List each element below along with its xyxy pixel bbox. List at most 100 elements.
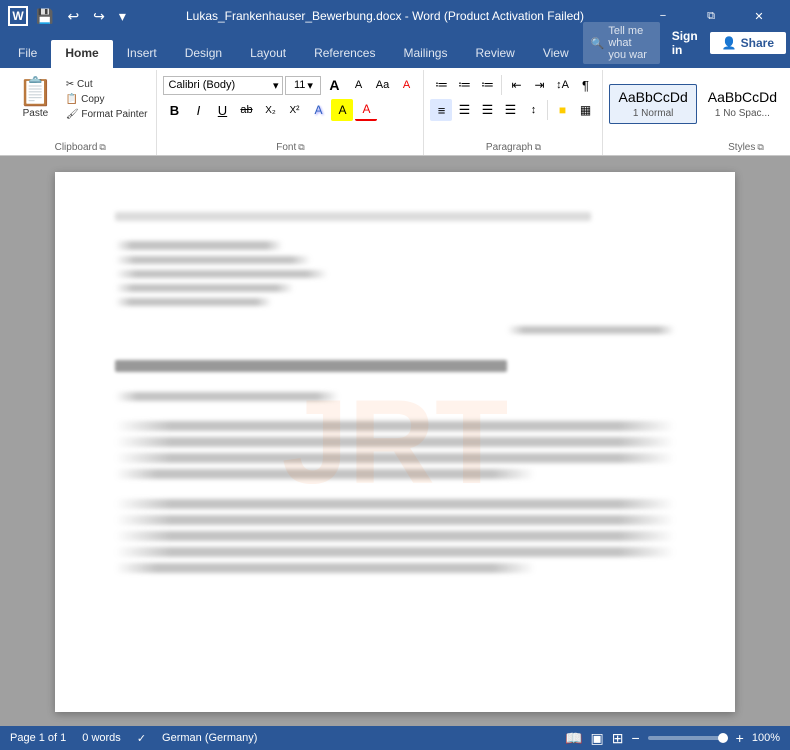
- cut-button[interactable]: ✂ Cut: [63, 78, 151, 91]
- tab-references[interactable]: References: [300, 40, 389, 68]
- read-view-button[interactable]: 📖: [565, 730, 582, 747]
- tab-home[interactable]: Home: [51, 40, 112, 68]
- clear-format-button[interactable]: A: [395, 74, 417, 96]
- font-name-box[interactable]: Calibri (Body) ▾: [163, 76, 283, 95]
- redo-button[interactable]: ↪: [89, 6, 109, 27]
- undo-button[interactable]: ↩: [63, 6, 83, 27]
- clipboard-expand-icon[interactable]: ⧉: [99, 142, 105, 153]
- zoom-plus-button[interactable]: +: [736, 730, 744, 746]
- style-nospace-preview: AaBbCcDd: [708, 89, 777, 106]
- date-section: [115, 326, 675, 340]
- font-row1: Calibri (Body) ▾ 11 ▾ A A Aa A: [163, 74, 417, 96]
- font-expand-icon[interactable]: ⧉: [298, 142, 304, 153]
- shading-button[interactable]: ■: [551, 99, 573, 121]
- bullets-button[interactable]: ≔: [430, 74, 452, 96]
- align-center-button[interactable]: ☰: [453, 99, 475, 121]
- borders-button[interactable]: ▦: [574, 99, 596, 121]
- font-color-button[interactable]: A: [355, 99, 377, 121]
- ribbon-tabs: File Home Insert Design Layout Reference…: [0, 32, 790, 68]
- font-size-box[interactable]: 11 ▾: [285, 76, 321, 95]
- case-button[interactable]: Aa: [371, 74, 393, 96]
- save-button[interactable]: 💾: [32, 6, 57, 27]
- paragraph-label: Paragraph ⧉: [430, 140, 596, 153]
- paste-button[interactable]: 📋 Paste: [10, 74, 61, 123]
- body-section-2: [115, 499, 675, 573]
- copy-button[interactable]: 📋 Copy: [63, 93, 151, 106]
- status-right: 📖 ▣ ⊞ − + 100%: [565, 730, 780, 747]
- format-painter-button[interactable]: 🖌 Format Painter: [63, 108, 151, 121]
- body-section-1: [115, 421, 675, 479]
- print-view-button[interactable]: ▣: [591, 730, 604, 747]
- paste-label: Paste: [23, 108, 49, 119]
- font-controls: Calibri (Body) ▾ 11 ▾ A A Aa A B I U: [163, 74, 417, 121]
- para-row2: ≡ ☰ ☰ ☰ ↕ ■ ▦: [430, 99, 596, 121]
- style-no-spacing[interactable]: AaBbCcDd 1 No Spac...: [699, 84, 786, 124]
- paragraph-expand-icon[interactable]: ⧉: [535, 142, 541, 153]
- language-info: German (Germany): [162, 732, 257, 744]
- body-1-3: [115, 453, 675, 463]
- search-box[interactable]: 🔍 Tell me what you war: [583, 22, 660, 64]
- line-spacing-button[interactable]: ↕: [522, 99, 544, 121]
- font-name-dropdown[interactable]: ▾: [273, 79, 279, 92]
- share-button[interactable]: 👤 Share: [710, 32, 786, 54]
- style-normal[interactable]: AaBbCcDd 1 Normal: [609, 84, 696, 124]
- numbering-button[interactable]: ≔: [453, 74, 475, 96]
- ribbon-right-controls: 🔍 Tell me what you war Sign in 👤 Share: [583, 22, 786, 68]
- superscript-button[interactable]: X²: [283, 99, 305, 121]
- tab-design[interactable]: Design: [171, 40, 236, 68]
- paragraph-group: ≔ ≔ ≔ ⇤ ⇥ ↕A ¶ ≡ ☰ ☰ ☰ ↕ ■ ▦: [424, 70, 603, 155]
- style-normal-preview: AaBbCcDd: [618, 89, 687, 106]
- body-1-1: [115, 421, 675, 431]
- shrink-font-button[interactable]: A: [347, 74, 369, 96]
- tab-insert[interactable]: Insert: [113, 40, 171, 68]
- strikethrough-button[interactable]: ab: [235, 99, 257, 121]
- tab-mailings[interactable]: Mailings: [389, 40, 461, 68]
- styles-label: Styles ⧉: [609, 140, 790, 153]
- highlight-button[interactable]: A: [331, 99, 353, 121]
- bold-button[interactable]: B: [163, 99, 185, 121]
- indent-decrease-button[interactable]: ⇤: [505, 74, 527, 96]
- web-view-button[interactable]: ⊞: [612, 730, 624, 747]
- styles-expand-icon[interactable]: ⧉: [757, 142, 763, 153]
- underline-button[interactable]: U: [211, 99, 233, 121]
- body-2-1: [115, 499, 675, 509]
- subscript-button[interactable]: X₂: [259, 99, 281, 121]
- zoom-thumb: [718, 733, 728, 743]
- search-placeholder: Tell me what you war: [608, 25, 651, 61]
- sender-line-2: [115, 256, 311, 264]
- align-left-button[interactable]: ≡: [430, 99, 452, 121]
- sign-in-button[interactable]: Sign in: [664, 26, 706, 60]
- sender-line-5: [115, 298, 272, 306]
- font-group: Calibri (Body) ▾ 11 ▾ A A Aa A B I U: [157, 70, 424, 155]
- zoom-minus-button[interactable]: −: [631, 730, 639, 746]
- doc-header-section: [115, 212, 675, 221]
- separator2: [547, 100, 548, 120]
- align-right-button[interactable]: ☰: [476, 99, 498, 121]
- subject-line: [115, 360, 507, 372]
- document-page[interactable]: JRT: [55, 172, 735, 712]
- font-content: Calibri (Body) ▾ 11 ▾ A A Aa A B I U: [163, 74, 417, 140]
- multilevel-button[interactable]: ≔: [476, 74, 498, 96]
- sender-line-3: [115, 270, 328, 278]
- font-size-dropdown[interactable]: ▾: [307, 79, 313, 92]
- sort-button[interactable]: ↕A: [551, 74, 573, 96]
- clipboard-label: Clipboard ⧉: [10, 140, 150, 153]
- tab-view[interactable]: View: [529, 40, 583, 68]
- show-marks-button[interactable]: ¶: [574, 74, 596, 96]
- clipboard-group: 📋 Paste ✂ Cut 📋 Copy 🖌 Format Painter Cl…: [4, 70, 157, 155]
- tab-layout[interactable]: Layout: [236, 40, 300, 68]
- zoom-slider[interactable]: [648, 736, 728, 740]
- clipboard-small-buttons: ✂ Cut 📋 Copy 🖌 Format Painter: [63, 74, 151, 121]
- text-effects-button[interactable]: A: [307, 99, 329, 121]
- window-title: Lukas_Frankenhauser_Bewerbung.docx - Wor…: [130, 9, 640, 23]
- quick-access-dropdown[interactable]: ▾: [115, 6, 130, 27]
- italic-button[interactable]: I: [187, 99, 209, 121]
- tab-file[interactable]: File: [4, 40, 51, 68]
- grow-font-button[interactable]: A: [323, 74, 345, 96]
- indent-increase-button[interactable]: ⇥: [528, 74, 550, 96]
- justify-button[interactable]: ☰: [499, 99, 521, 121]
- status-bar: Page 1 of 1 0 words ✓ German (Germany) 📖…: [0, 726, 790, 750]
- body-2-5: [115, 563, 535, 573]
- body-2-4: [115, 547, 675, 557]
- tab-review[interactable]: Review: [461, 40, 528, 68]
